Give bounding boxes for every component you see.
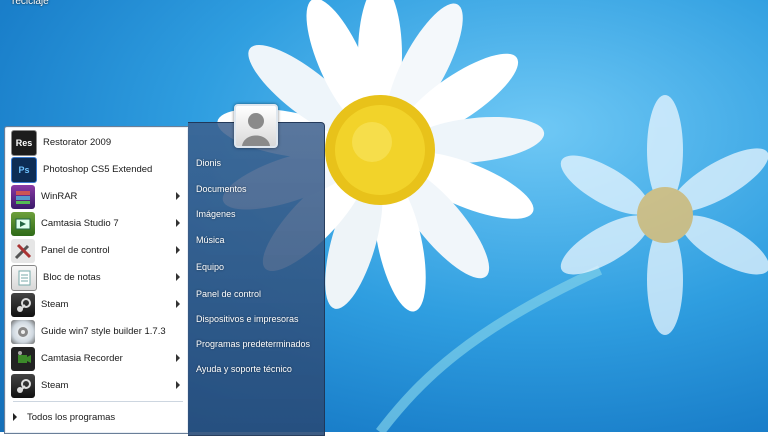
link-user[interactable]: Dionis	[196, 158, 221, 168]
camera-icon	[11, 346, 35, 371]
notepad-icon	[11, 264, 37, 291]
program-control-panel[interactable]: Panel de control	[5, 237, 188, 264]
program-label: Bloc de notas	[43, 272, 101, 283]
link-documents[interactable]: Documentos	[196, 184, 247, 194]
start-menu: Res Restorator 2009 Ps Photoshop CS5 Ext…	[2, 122, 325, 436]
submenu-arrow-icon	[176, 219, 180, 227]
desktop-icon-label[interactable]: reciclaje	[12, 0, 49, 7]
link-help-support[interactable]: Ayuda y soporte técnico	[196, 364, 292, 374]
photoshop-icon: Ps	[11, 156, 37, 183]
separator	[13, 401, 183, 402]
link-control-panel[interactable]: Panel de control	[196, 289, 261, 299]
submenu-arrow-icon	[176, 354, 180, 362]
steam-icon	[11, 373, 35, 398]
program-steam[interactable]: Steam	[5, 372, 188, 399]
program-steam[interactable]: Steam	[5, 291, 188, 318]
program-label: Panel de control	[41, 245, 110, 256]
program-label: Steam	[41, 299, 69, 310]
link-pictures[interactable]: Imágenes	[196, 209, 236, 219]
submenu-arrow-icon	[176, 246, 180, 254]
all-programs-button[interactable]: Todos los programas	[13, 409, 115, 425]
program-photoshop[interactable]: Ps Photoshop CS5 Extended	[5, 156, 188, 183]
guide-icon	[11, 319, 35, 344]
link-computer[interactable]: Equipo	[196, 262, 224, 272]
program-label: Photoshop CS5 Extended	[43, 164, 153, 175]
steam-icon	[11, 292, 35, 317]
user-silhouette-icon	[242, 113, 270, 146]
submenu-arrow-icon	[176, 381, 180, 389]
program-camtasia-recorder[interactable]: Camtasia Recorder	[5, 345, 188, 372]
program-list: Res Restorator 2009 Ps Photoshop CS5 Ext…	[5, 129, 188, 399]
submenu-arrow-icon	[176, 273, 180, 281]
camtasia-icon	[11, 211, 35, 236]
winrar-icon	[11, 184, 35, 209]
all-programs-label: Todos los programas	[27, 411, 116, 423]
submenu-arrow-icon	[176, 300, 180, 308]
tools-icon	[11, 238, 35, 263]
link-devices-printers[interactable]: Dispositivos e impresoras	[196, 314, 299, 324]
places-pane	[188, 122, 325, 436]
program-winrar[interactable]: WinRAR	[5, 183, 188, 210]
programs-pane: Res Restorator 2009 Ps Photoshop CS5 Ext…	[4, 126, 189, 434]
program-label: Camtasia Studio 7	[41, 218, 119, 229]
restorator-icon: Res	[11, 129, 37, 156]
program-camtasia-studio[interactable]: Camtasia Studio 7	[5, 210, 188, 237]
program-label: Camtasia Recorder	[41, 353, 123, 364]
expand-arrow-icon	[13, 413, 17, 421]
program-label: Guide win7 style builder 1.7.3	[41, 326, 166, 337]
user-avatar[interactable]	[234, 104, 278, 148]
program-restorator[interactable]: Res Restorator 2009	[5, 129, 188, 156]
submenu-arrow-icon	[176, 192, 180, 200]
link-music[interactable]: Música	[196, 235, 225, 245]
program-label: Restorator 2009	[43, 137, 112, 148]
program-guide-builder[interactable]: Guide win7 style builder 1.7.3	[5, 318, 188, 345]
link-default-programs[interactable]: Programas predeterminados	[196, 339, 310, 349]
program-label: Steam	[41, 380, 69, 391]
program-notepad[interactable]: Bloc de notas	[5, 264, 188, 291]
program-label: WinRAR	[41, 191, 78, 202]
